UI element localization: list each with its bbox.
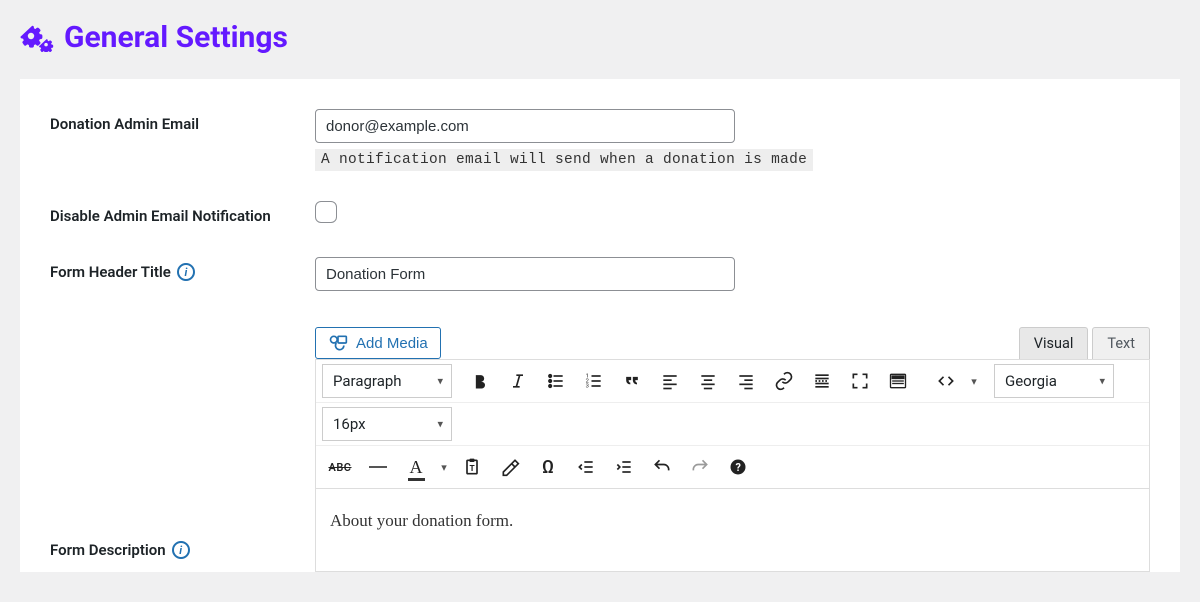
settings-gears-icon [20, 24, 54, 52]
row-admin-email: Donation Admin Email A notification emai… [50, 109, 1150, 171]
paste-text-button[interactable]: T [454, 450, 490, 484]
font-size-select[interactable]: 16px [322, 407, 452, 441]
help-button[interactable]: ? [720, 450, 756, 484]
tab-visual[interactable]: Visual [1019, 327, 1089, 359]
form-header-title-input[interactable] [315, 257, 735, 291]
disable-notification-checkbox[interactable] [315, 201, 337, 223]
svg-text:?: ? [736, 461, 741, 474]
admin-email-input[interactable] [315, 109, 735, 143]
add-media-button[interactable]: Add Media [315, 327, 441, 359]
svg-text:T: T [470, 464, 475, 474]
code-button[interactable] [928, 364, 964, 398]
font-family-select[interactable]: Georgia [994, 364, 1114, 398]
format-select[interactable]: Paragraph [322, 364, 452, 398]
add-media-label: Add Media [356, 335, 428, 352]
editor-content[interactable]: About your donation form. [315, 489, 1150, 572]
label-form-description: Form Description [50, 541, 166, 559]
indent-button[interactable] [606, 450, 642, 484]
row-form-header-title: Form Header Title i [50, 257, 1150, 291]
info-icon[interactable]: i [177, 263, 195, 281]
row-disable-notification: Disable Admin Email Notification [50, 201, 1150, 227]
page-header: General Settings [0, 0, 1200, 79]
redo-button[interactable] [682, 450, 718, 484]
label-form-header-title: Form Header Title [50, 263, 171, 281]
toolbar-toggle-button[interactable] [880, 364, 916, 398]
bold-button[interactable] [462, 364, 498, 398]
admin-email-help: A notification email will send when a do… [315, 149, 813, 171]
outdent-button[interactable] [568, 450, 604, 484]
strikethrough-button[interactable]: ABC [322, 450, 358, 484]
numbered-list-button[interactable]: 123 [576, 364, 612, 398]
fullscreen-button[interactable] [842, 364, 878, 398]
read-more-button[interactable] [804, 364, 840, 398]
settings-panel: Donation Admin Email A notification emai… [20, 79, 1180, 572]
link-button[interactable] [766, 364, 802, 398]
text-color-button[interactable]: A [398, 450, 434, 484]
undo-button[interactable] [644, 450, 680, 484]
bullet-list-button[interactable] [538, 364, 574, 398]
page-title: General Settings [64, 20, 288, 55]
editor-toolbar: Paragraph 123 ▾ [315, 359, 1150, 489]
code-dropdown-button[interactable]: ▾ [966, 375, 982, 388]
label-disable-notification: Disable Admin Email Notification [50, 201, 315, 225]
svg-text:3: 3 [586, 384, 589, 390]
info-icon[interactable]: i [172, 541, 190, 559]
label-admin-email: Donation Admin Email [50, 109, 315, 133]
horizontal-rule-button[interactable] [360, 450, 396, 484]
align-right-button[interactable] [728, 364, 764, 398]
text-color-dropdown-button[interactable]: ▾ [436, 461, 452, 474]
row-form-description: Form Description i Add Media Visual Text [50, 321, 1150, 572]
clear-formatting-button[interactable] [492, 450, 528, 484]
blockquote-button[interactable] [614, 364, 650, 398]
align-center-button[interactable] [690, 364, 726, 398]
tab-text[interactable]: Text [1092, 327, 1150, 359]
align-left-button[interactable] [652, 364, 688, 398]
special-character-button[interactable]: Ω [530, 450, 566, 484]
italic-button[interactable] [500, 364, 536, 398]
